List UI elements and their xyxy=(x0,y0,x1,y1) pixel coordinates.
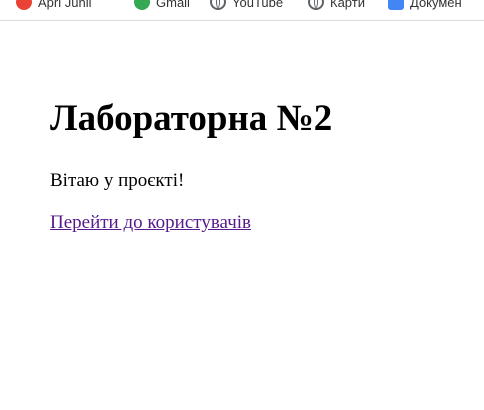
bookmark-maps[interactable]: Карти xyxy=(308,0,365,13)
bookmark-label: Apri Junii xyxy=(38,0,92,10)
users-link[interactable]: Перейти до користувачів xyxy=(50,212,251,234)
page-title: Лабораторна №2 xyxy=(50,98,333,139)
docs-icon xyxy=(388,0,404,10)
bookmarks-bar: Apri Junii Gmail YouTube Карти Докумен xyxy=(0,0,484,21)
bookmark-gmail[interactable]: Gmail xyxy=(134,0,190,13)
bookmark-label: Карти xyxy=(330,0,365,10)
bookmark-label: Gmail xyxy=(156,0,190,10)
red-circle-icon xyxy=(16,0,32,10)
bookmark-youtube[interactable]: YouTube xyxy=(210,0,283,13)
bookmark-apps[interactable]: Apri Junii xyxy=(16,0,91,13)
bookmark-label: YouTube xyxy=(232,0,284,10)
green-circle-icon xyxy=(134,0,150,10)
bookmark-docs[interactable]: Докумен xyxy=(388,0,462,13)
welcome-text: Вітаю у проєкті! xyxy=(50,170,185,191)
globe-icon xyxy=(308,0,324,10)
bookmark-label: Докумен xyxy=(410,0,462,10)
globe-icon xyxy=(210,0,226,10)
